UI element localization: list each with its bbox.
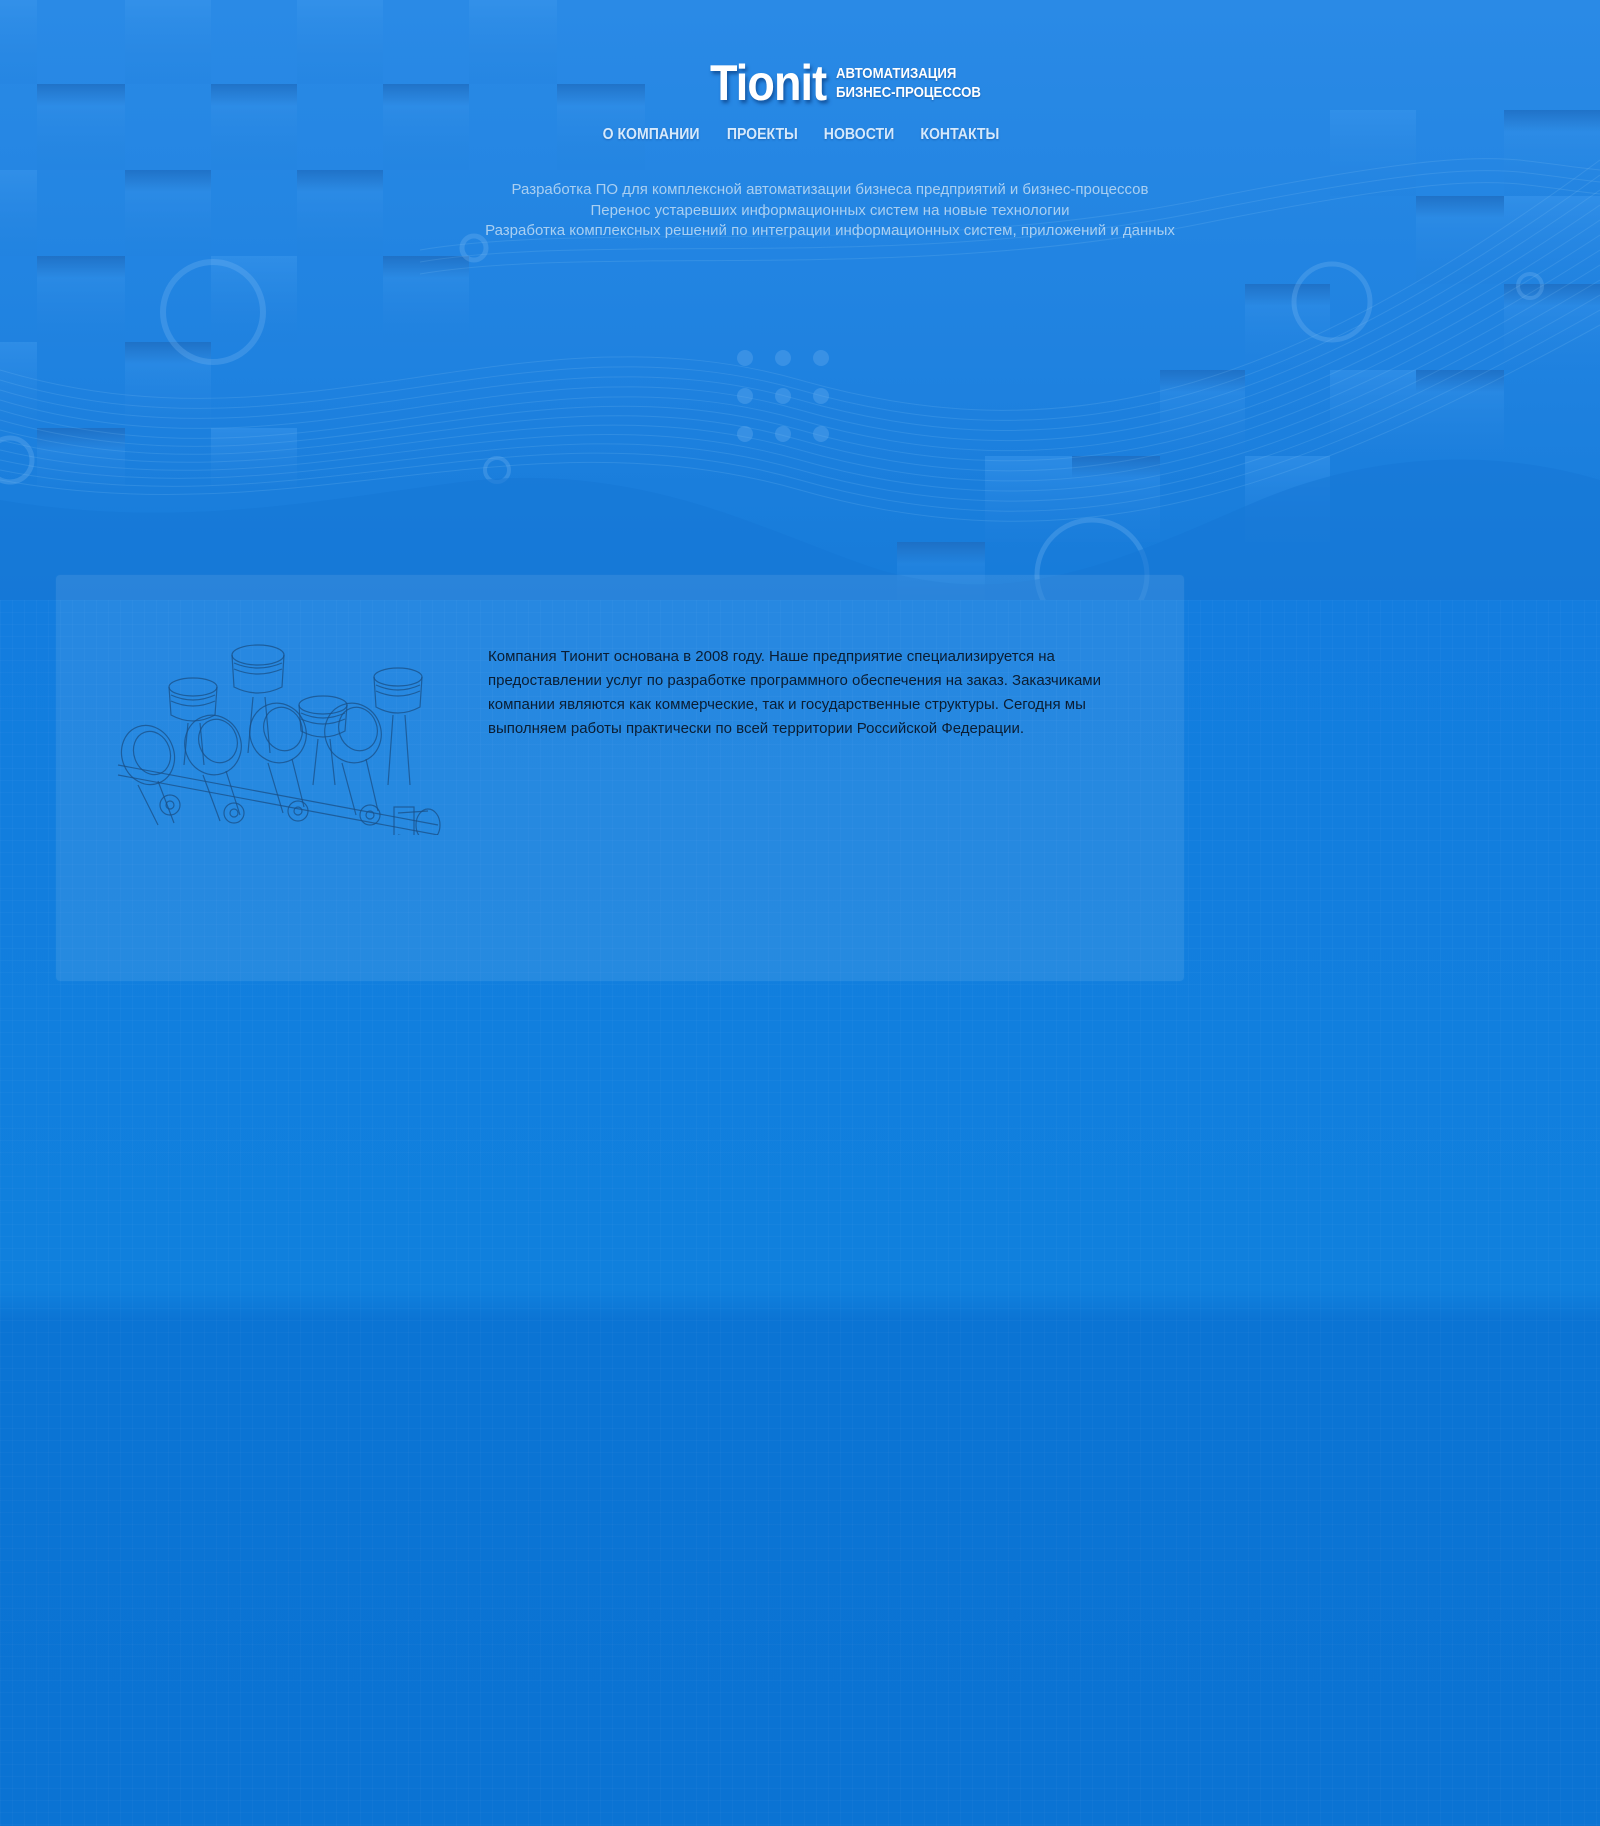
- tagline-line-1: АВТОМАТИЗАЦИЯ: [836, 65, 957, 82]
- site-logo[interactable]: Tionit: [710, 54, 827, 112]
- hero-taglines: Разработка ПО для комплексной автоматиза…: [0, 180, 1600, 242]
- about-text: Компания Тионит основана в 2008 году. На…: [488, 648, 1102, 737]
- main-nav: О КОМПАНИИ ПРОЕКТЫ НОВОСТИ КОНТАКТЫ: [0, 126, 1600, 144]
- nav-item-contacts[interactable]: КОНТАКТЫ: [920, 126, 999, 144]
- site-header: Tionit АВТОМАТИЗАЦИЯ БИЗНЕС-ПРОЦЕССОВ О …: [0, 0, 1600, 260]
- hero-line-2: Перенос устаревших информационных систем…: [590, 201, 1070, 219]
- nav-item-about[interactable]: О КОМПАНИИ: [602, 126, 699, 144]
- nav-item-news[interactable]: НОВОСТИ: [823, 126, 893, 144]
- hero-line-1: Разработка ПО для комплексной автоматиза…: [511, 181, 1149, 198]
- about-section: Компания Тионит основана в 2008 году. На…: [56, 575, 1184, 981]
- tagline-line-2: БИЗНЕС-ПРОЦЕССОВ: [836, 84, 981, 101]
- hero-line-3: Разработка комплексных решений по интегр…: [485, 222, 1175, 239]
- logo-tagline: АВТОМАТИЗАЦИЯ БИЗНЕС-ПРОЦЕССОВ: [836, 64, 981, 102]
- engine-blueprint-icon: [108, 635, 448, 842]
- logo-block[interactable]: Tionit АВТОМАТИЗАЦИЯ БИЗНЕС-ПРОЦЕССОВ: [710, 54, 1000, 114]
- nav-item-projects[interactable]: ПРОЕКТЫ: [727, 126, 798, 144]
